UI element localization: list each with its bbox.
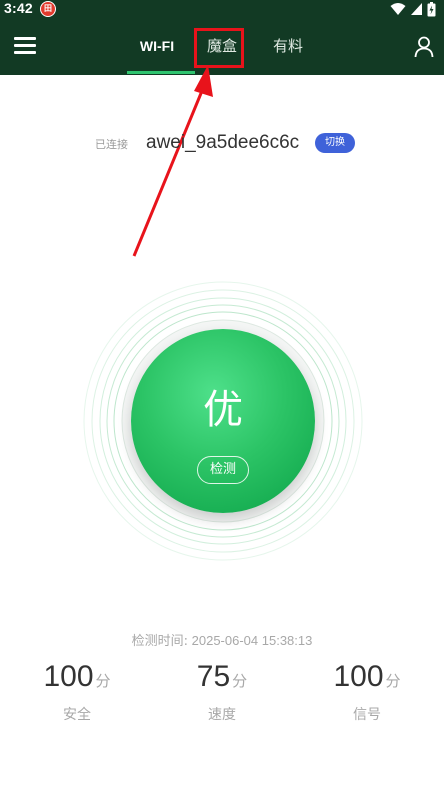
security-label: 安全: [63, 707, 91, 723]
stat-speed: 75 分 速度: [162, 658, 282, 724]
network-score-circle[interactable]: 优 检测: [131, 329, 315, 513]
signal-label: 信号: [353, 707, 381, 723]
security-score-unit: 分: [95, 672, 111, 690]
signal-score-value: 100: [333, 660, 384, 693]
stat-signal: 100 分 信号: [307, 658, 427, 724]
signal-score-unit: 分: [385, 672, 401, 690]
detection-time: 检测时间: 2025-06-04 15:38:13: [0, 630, 444, 649]
stat-security: 100 分 安全: [17, 658, 137, 724]
network-grade-text: 优: [203, 387, 243, 433]
detection-time-value: 2025-06-04 15:38:13: [191, 633, 313, 648]
check-button[interactable]: 检测: [197, 456, 249, 484]
speed-label: 速度: [208, 707, 236, 723]
security-score-value: 100: [43, 660, 94, 693]
detection-time-label: 检测时间:: [131, 634, 189, 649]
speed-score-value: 75: [196, 660, 231, 693]
speed-score-unit: 分: [232, 672, 248, 690]
